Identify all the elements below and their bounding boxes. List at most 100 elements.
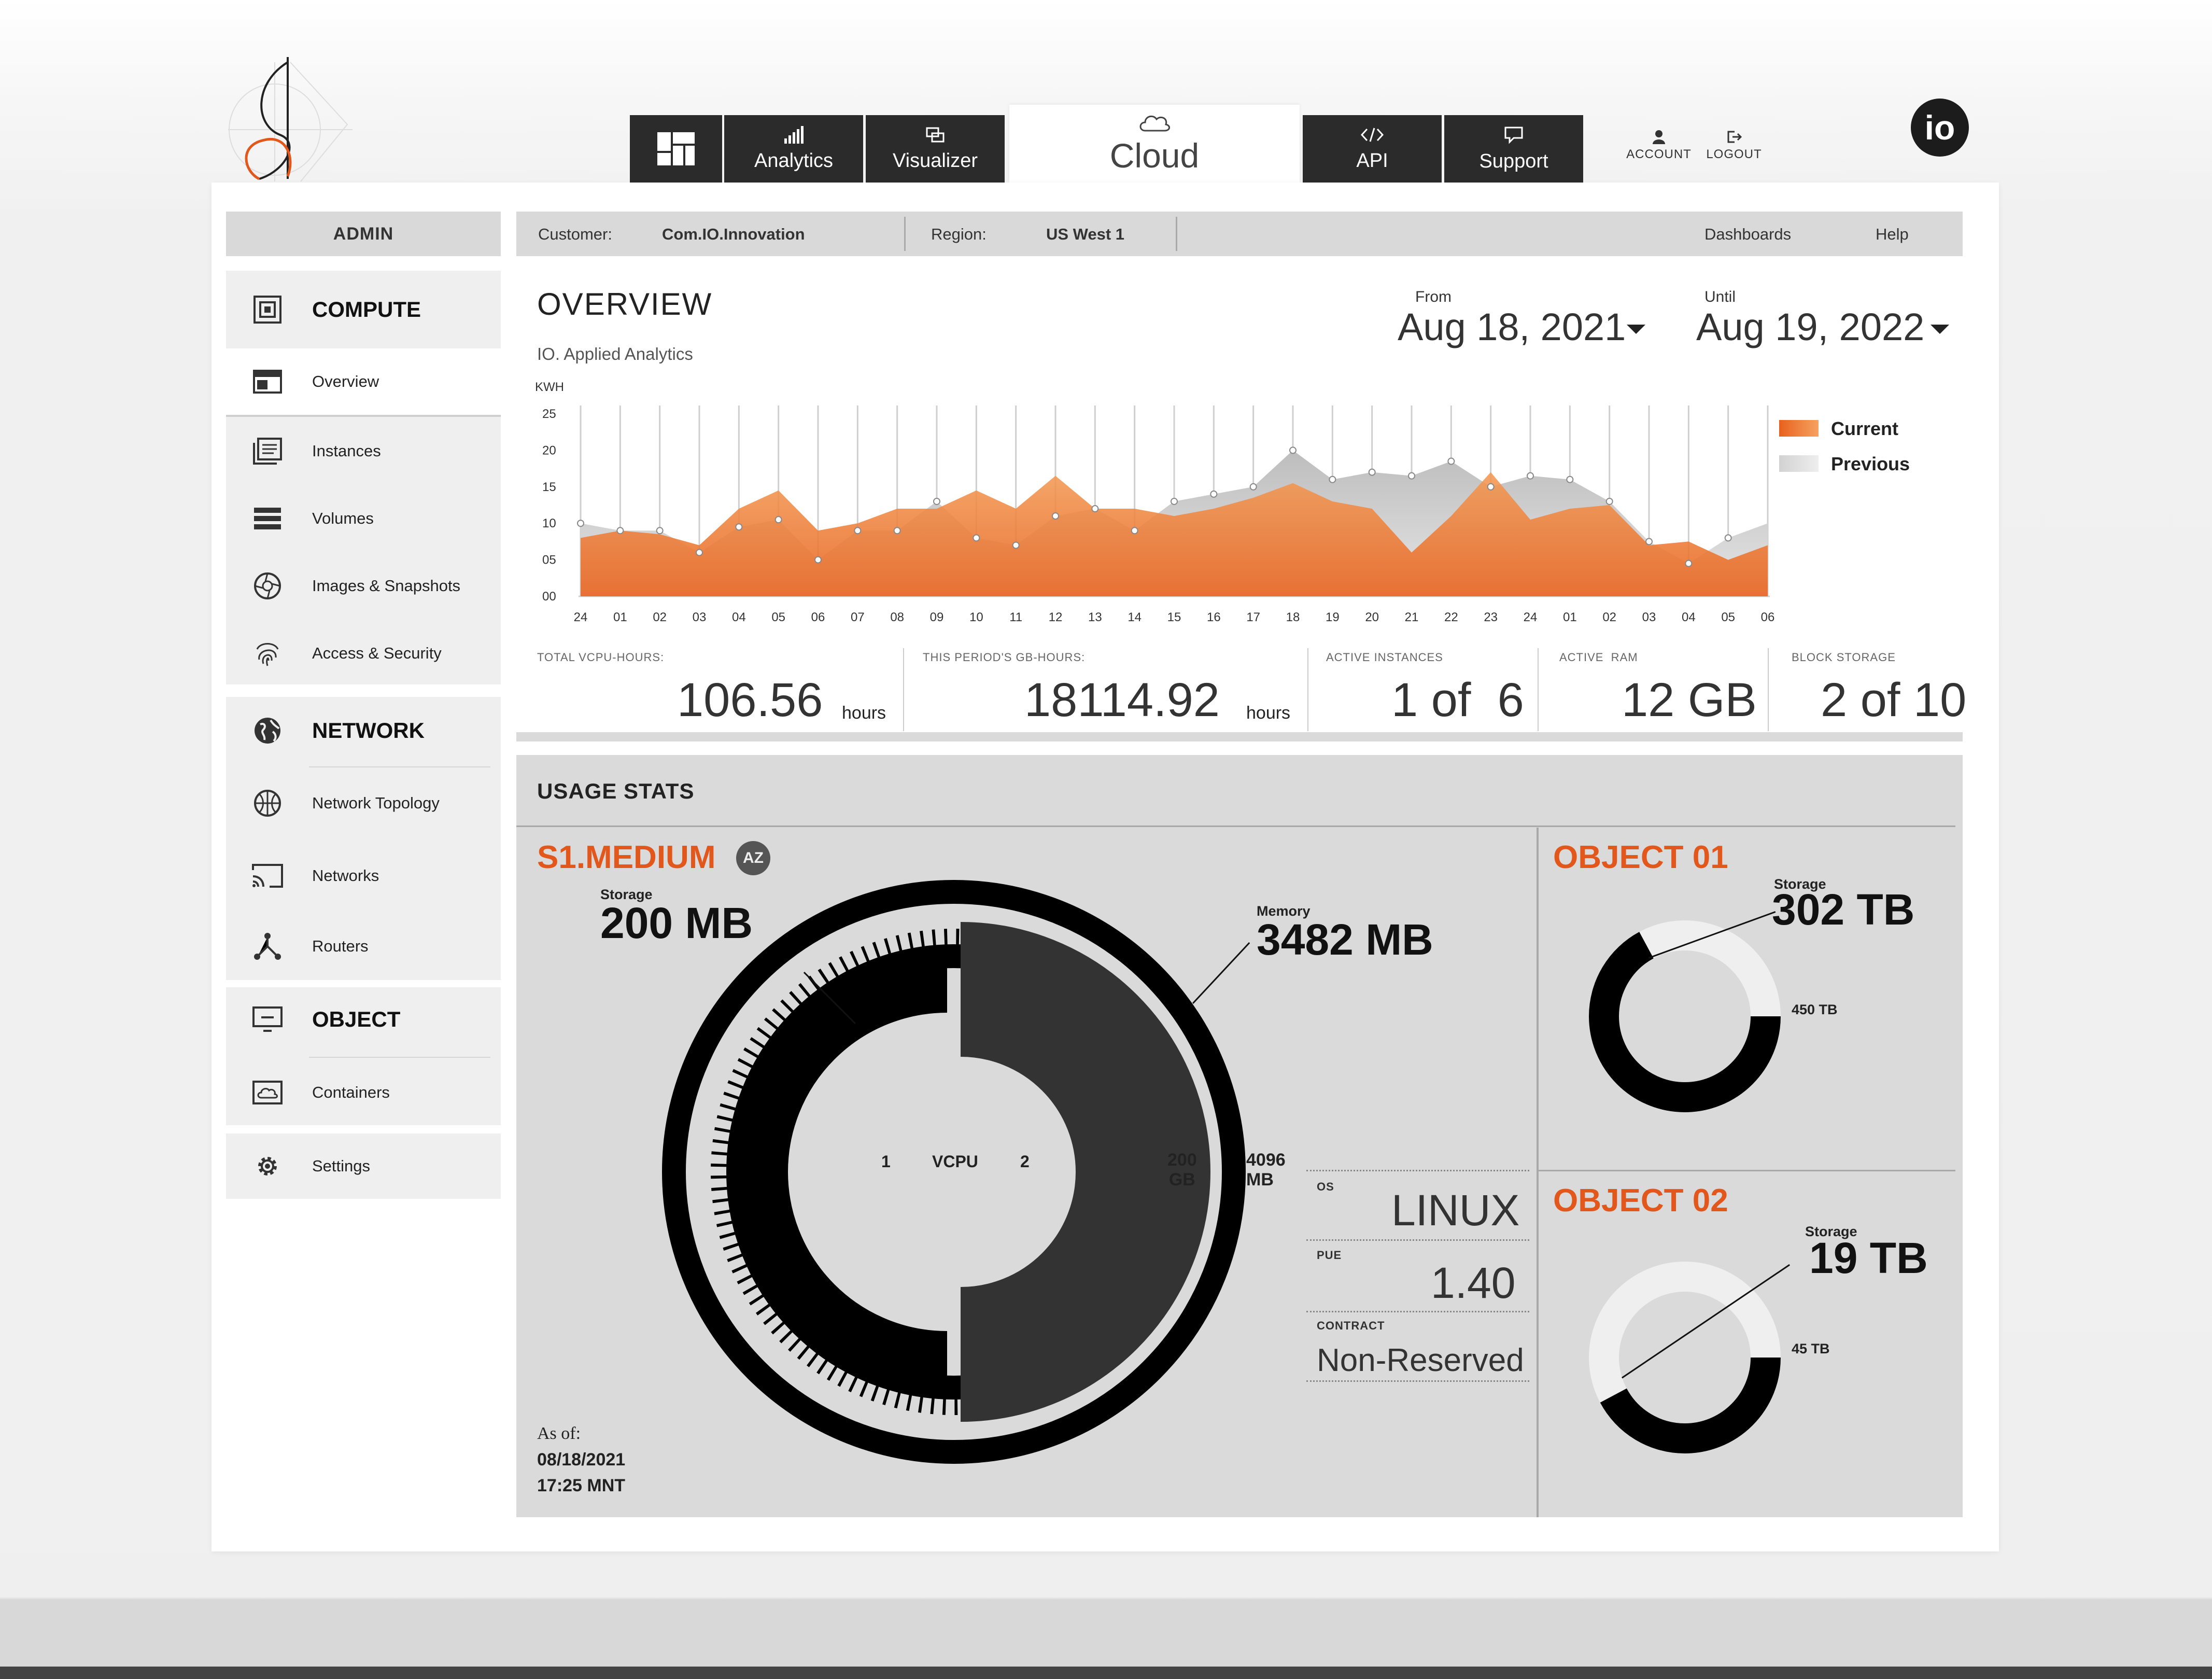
sidebar-compute-label: COMPUTE [312, 297, 421, 321]
globe-icon [252, 715, 283, 746]
divider [1306, 1239, 1529, 1241]
divider [1306, 1380, 1529, 1382]
data-point-previous [1685, 559, 1693, 567]
stat-active-ram-label: ACTIVE RAM [1559, 651, 1638, 664]
sidebar-item-topology-label: Network Topology [312, 794, 440, 812]
stat-active-ram-value: 12 GB [1622, 674, 1757, 726]
x-tick-label: 10 [969, 610, 983, 624]
y-tick-label: 05 [542, 553, 556, 567]
logout-icon [1700, 130, 1768, 147]
cloud-icon [1138, 112, 1171, 136]
divider [1306, 1311, 1529, 1312]
cast-icon [252, 860, 283, 891]
x-tick-label: 01 [1563, 610, 1577, 624]
stat-gb-hours-unit: hours [1246, 703, 1291, 723]
monitor-icon [252, 1004, 283, 1035]
nav-support-tab[interactable]: Support [1444, 115, 1583, 183]
vcpu-total: 2 [1020, 1152, 1030, 1171]
sidebar-item-containers[interactable]: Containers [226, 1060, 501, 1125]
legend-previous[interactable]: Previous [1779, 453, 1914, 474]
legend-previous-label: Previous [1831, 453, 1910, 474]
sidebar-object[interactable]: OBJECT [226, 987, 501, 1052]
y-tick-label: 20 [542, 443, 556, 457]
help-link[interactable]: Help [1876, 225, 1909, 244]
nav-visualizer-label: Visualizer [892, 149, 978, 172]
y-tick-label: 10 [542, 516, 556, 530]
nav-support-label: Support [1479, 150, 1548, 172]
x-tick-label: 20 [1365, 610, 1379, 624]
from-date-picker[interactable]: Aug 18, 2021 [1398, 305, 1652, 357]
x-tick-label: 17 [1246, 610, 1260, 624]
settings-group: Settings [226, 1134, 501, 1199]
stat-vcpu-hours-unit: hours [842, 703, 886, 723]
until-date-picker[interactable]: Aug 19, 2022 [1696, 305, 1955, 357]
region-value[interactable]: US West 1 [1046, 225, 1124, 244]
sidebar-item-images-snapshots[interactable]: Images & Snapshots [226, 555, 501, 617]
nav-api-label: API [1356, 149, 1388, 172]
account-label: ACCOUNT [1626, 147, 1692, 161]
x-tick-label: 21 [1405, 610, 1419, 624]
logout-label: LOGOUT [1706, 147, 1762, 161]
x-tick-label: 09 [930, 610, 944, 624]
nav-visualizer-tab[interactable]: Visualizer [866, 115, 1005, 183]
as-of-label: As of: [537, 1424, 581, 1443]
nav-dashboard-tab[interactable] [630, 115, 722, 183]
memory-total: 4096 MB [1246, 1150, 1286, 1190]
customer-label: Customer: [538, 225, 612, 243]
data-point-previous [577, 520, 584, 527]
x-tick-label: 15 [1167, 610, 1181, 624]
divider [516, 825, 1955, 827]
sidebar-item-network-topology[interactable]: Network Topology [226, 769, 501, 837]
sidebar-item-networks[interactable]: Networks [226, 842, 501, 910]
sidebar-compute[interactable]: COMPUTE [226, 271, 501, 348]
x-tick-label: 08 [890, 610, 904, 624]
sidebar-item-images-label: Images & Snapshots [312, 577, 461, 595]
x-tick-label: 02 [1602, 610, 1616, 624]
sidebar-item-instances[interactable]: Instances [226, 420, 501, 482]
data-point-previous [1724, 534, 1732, 542]
storage-total-number: 200 [1167, 1150, 1197, 1170]
admin-header-label: ADMIN [333, 223, 394, 244]
from-date-value: Aug 18, 2021 [1398, 305, 1626, 348]
x-tick-label: 06 [1761, 610, 1775, 624]
object-02-title: OBJECT 02 [1553, 1183, 1728, 1219]
x-tick-label: 23 [1484, 610, 1498, 624]
data-point-previous [1289, 446, 1297, 454]
logout-link[interactable]: LOGOUT [1700, 130, 1768, 162]
sidebar-item-access-security[interactable]: Access & Security [226, 622, 501, 684]
nav-api-tab[interactable]: API [1303, 115, 1442, 183]
dashboards-link[interactable]: Dashboards [1704, 225, 1791, 244]
data-point-previous [1605, 497, 1613, 505]
divider [1307, 648, 1308, 731]
x-tick-label: 13 [1088, 610, 1102, 624]
data-point-previous [656, 527, 664, 535]
until-label: Until [1704, 288, 1736, 305]
x-tick-label: 24 [574, 610, 588, 624]
divider [1768, 648, 1769, 731]
nav-cloud-tab[interactable]: Cloud [1009, 105, 1300, 183]
data-point-previous [1249, 483, 1257, 491]
sidebar-item-networks-label: Networks [312, 866, 379, 885]
data-point-previous [1052, 512, 1059, 520]
stat-active-instances-value: 1 of 6 [1391, 674, 1524, 726]
customer-value[interactable]: Com.IO.Innovation [662, 225, 805, 244]
data-point-previous [1368, 468, 1376, 476]
data-point-previous [1645, 538, 1653, 545]
usage-title: USAGE STATS [537, 779, 695, 803]
sidebar-item-routers[interactable]: Routers [226, 913, 501, 980]
account-link[interactable]: ACCOUNT [1623, 130, 1695, 162]
camera-aperture-icon [252, 570, 283, 601]
fingerprint-icon [252, 638, 283, 669]
from-label: From [1415, 288, 1452, 305]
sidebar-item-overview[interactable]: Overview [226, 348, 501, 415]
sidebar-item-volumes[interactable]: Volumes [226, 487, 501, 550]
dashboard-grid-icon [657, 132, 695, 165]
sidebar-network[interactable]: NETWORK [226, 697, 501, 764]
sidebar-item-settings[interactable]: Settings [226, 1134, 501, 1199]
nav-analytics-tab[interactable]: Analytics [724, 115, 863, 183]
legend-previous-swatch [1779, 455, 1819, 472]
legend-current[interactable]: Current [1779, 418, 1914, 439]
data-point-previous [1210, 490, 1218, 498]
x-tick-label: 18 [1286, 610, 1300, 624]
overview-icon [252, 366, 283, 397]
